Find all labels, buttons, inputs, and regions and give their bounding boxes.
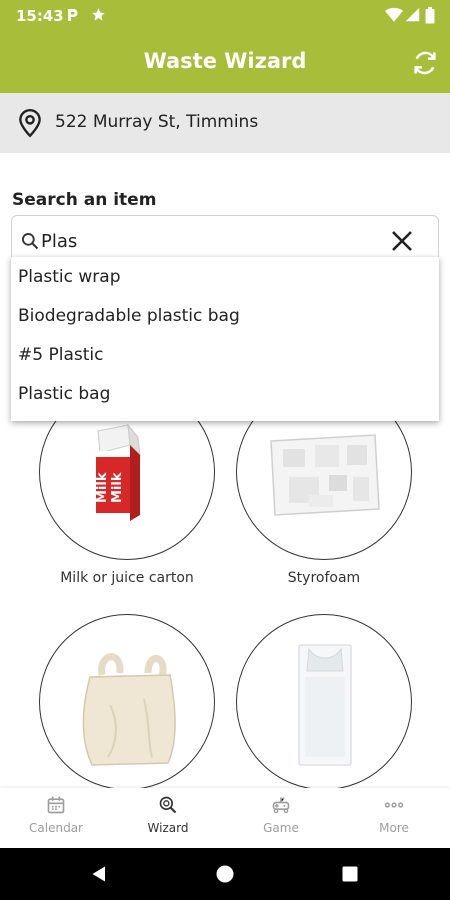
- address-text: 522 Murray St, Timmins: [55, 112, 259, 132]
- address-bar[interactable]: 522 Murray St, Timmins: [0, 93, 450, 153]
- wifi-icon: [385, 7, 403, 27]
- suggestion-item[interactable]: Plastic wrap: [11, 263, 439, 302]
- item-label: Milk or juice carton: [60, 570, 194, 586]
- suggestion-item[interactable]: Plastic bag: [11, 380, 439, 419]
- game-icon: [272, 797, 290, 814]
- parking-icon: [66, 7, 80, 27]
- nav-more[interactable]: More: [338, 788, 450, 848]
- search-label: Search an item: [12, 190, 157, 210]
- nav-label: Calendar: [29, 821, 83, 835]
- plastic-wrap-image: [298, 644, 352, 766]
- home-icon[interactable]: [215, 864, 235, 884]
- signal-icon: [405, 7, 420, 26]
- status-bar: 15:43: [0, 0, 450, 33]
- refresh-icon: [414, 51, 436, 75]
- close-icon: [392, 231, 412, 251]
- recents-icon[interactable]: [342, 866, 358, 882]
- suggestion-item[interactable]: Biodegradable plastic bag: [11, 302, 439, 341]
- item-label: Styrofoam: [287, 570, 361, 586]
- milk-carton-text: Milk: [95, 472, 110, 503]
- nav-label: Game: [263, 821, 299, 835]
- location-pin-icon: [17, 108, 43, 142]
- refresh-button[interactable]: [410, 48, 440, 78]
- suggestions-dropdown: Plastic wrap Biodegradable plastic bag #…: [11, 257, 439, 421]
- item-plastic-wrap[interactable]: [236, 614, 412, 790]
- app-bar: Waste Wizard: [0, 33, 450, 93]
- nav-game[interactable]: Game: [225, 788, 337, 848]
- nav-wizard[interactable]: Wizard: [112, 788, 224, 848]
- battery-icon: [425, 7, 435, 28]
- nav-label: More: [379, 821, 409, 835]
- milk-carton-text: Milk: [110, 472, 125, 503]
- item-circle: [39, 614, 215, 790]
- star-icon: [91, 7, 106, 26]
- plastic-bag-image: [82, 653, 176, 766]
- item-circle: [236, 614, 412, 790]
- nav-calendar[interactable]: Calendar: [0, 788, 112, 848]
- app-title: Waste Wizard: [143, 49, 307, 73]
- search-icon: [20, 231, 40, 255]
- wizard-search-icon: [159, 796, 177, 814]
- suggestion-item[interactable]: #5 Plastic: [11, 341, 439, 380]
- item-plastic-bag[interactable]: [39, 614, 215, 790]
- bottom-navigation: Calendar Wizard Game More: [0, 788, 450, 848]
- calendar-icon: [47, 796, 65, 814]
- nav-label: Wizard: [147, 821, 189, 835]
- clear-search-button[interactable]: [390, 229, 414, 253]
- back-icon[interactable]: [90, 865, 108, 883]
- more-icon: [384, 802, 404, 808]
- status-time: 15:43: [16, 7, 64, 25]
- system-navigation-bar: [0, 848, 450, 900]
- search-input[interactable]: [41, 228, 381, 254]
